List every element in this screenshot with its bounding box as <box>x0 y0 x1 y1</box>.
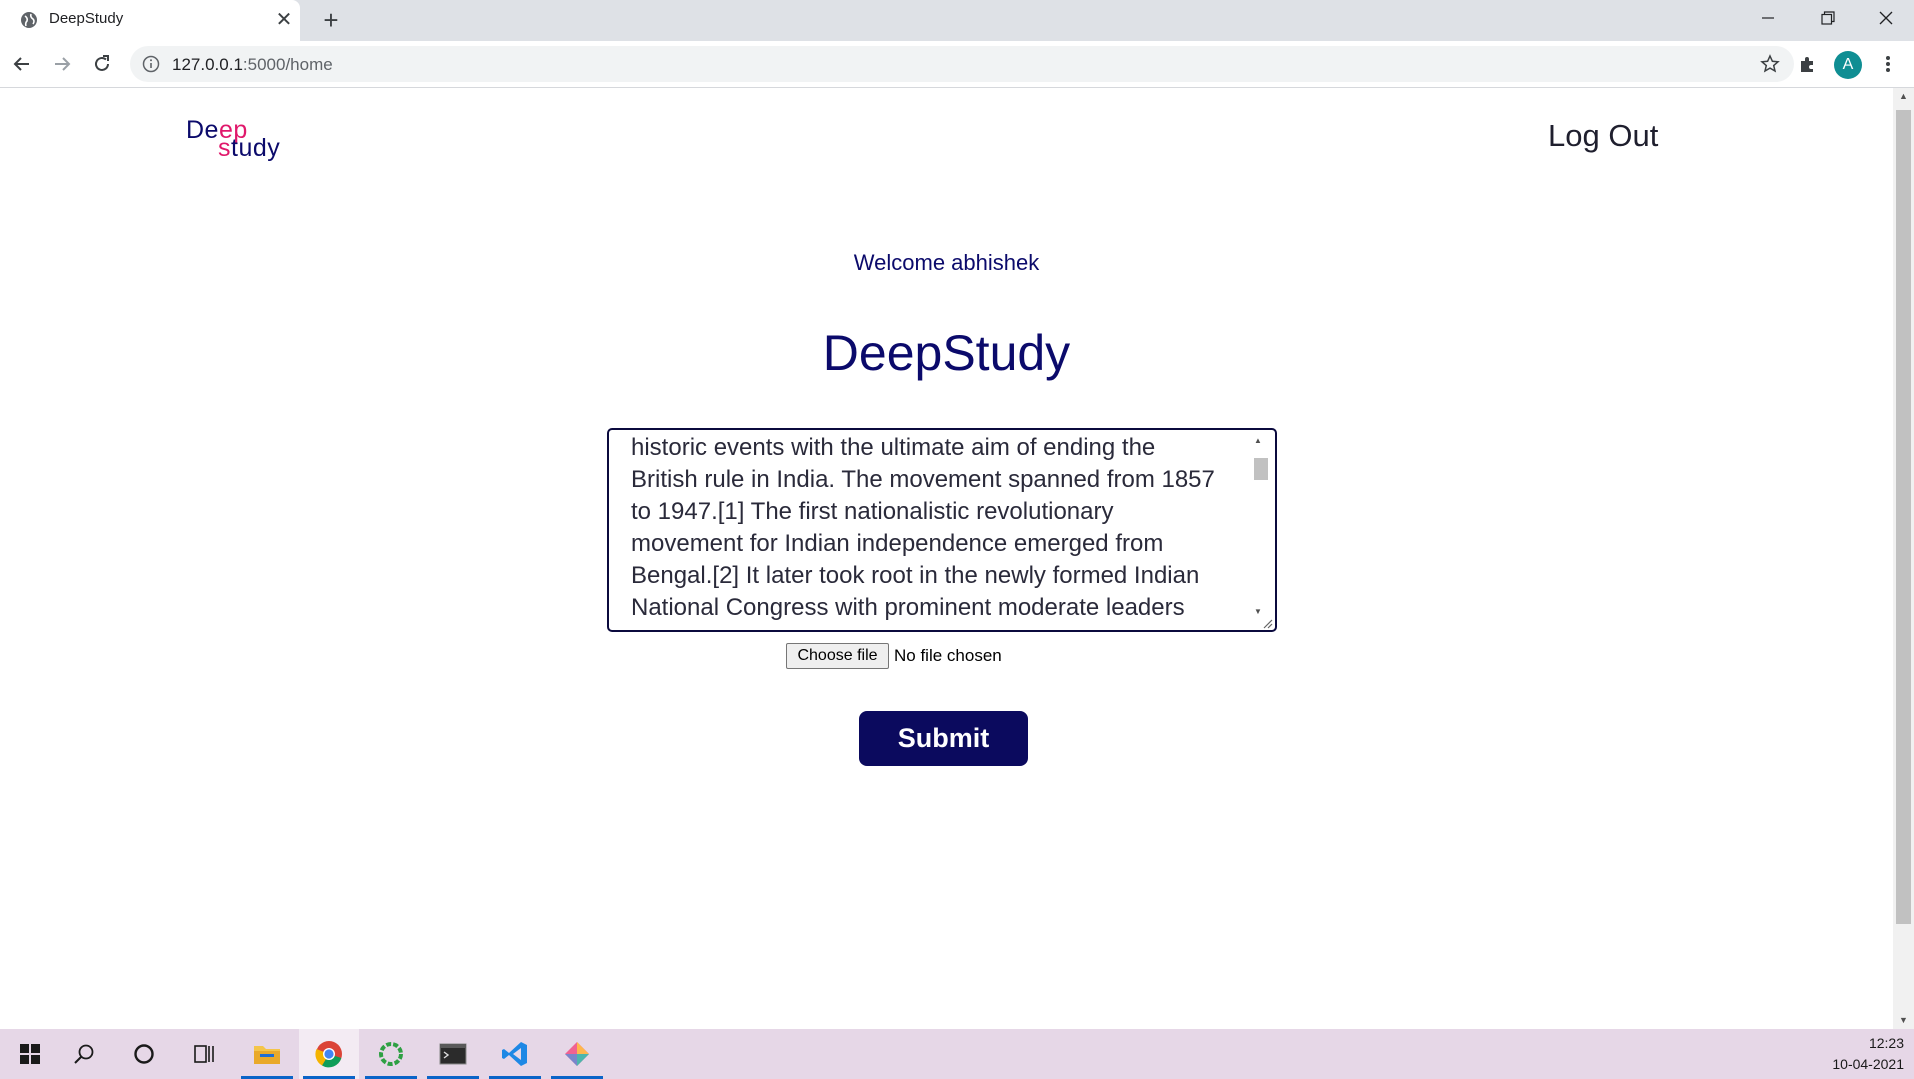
cortana-circle-icon <box>134 1044 154 1064</box>
file-explorer-taskbar-button[interactable] <box>237 1029 297 1079</box>
windows-taskbar: 12:23 10-04-2021 <box>0 1029 1914 1079</box>
logo-text-tudy: tudy <box>231 134 281 162</box>
terminal-icon <box>439 1043 467 1065</box>
logout-link[interactable]: Log Out <box>1548 118 1658 154</box>
textarea-content: historic events with the ultimate aim of… <box>631 434 1215 621</box>
url-text: 127.0.0.1:5000/home <box>172 55 333 74</box>
choose-file-button[interactable]: Choose file <box>786 643 889 669</box>
page-scrollbar[interactable]: ▲ ▼ <box>1893 88 1914 1029</box>
file-status-text: No file chosen <box>894 646 1002 665</box>
logo-text-de: De <box>186 116 219 144</box>
address-bar[interactable]: 127.0.0.1:5000/home <box>130 46 1794 82</box>
minimize-window-button[interactable] <box>1740 0 1796 36</box>
submit-button[interactable]: Submit <box>859 711 1028 766</box>
puzzle-icon <box>1801 57 1813 72</box>
page-viewport: Deep study Log Out Welcome abhishek Deep… <box>0 88 1893 1029</box>
back-button[interactable] <box>8 50 36 78</box>
profile-avatar[interactable]: A <box>1834 51 1862 79</box>
new-tab-button[interactable]: + <box>317 6 345 34</box>
tab-title: DeepStudy <box>49 10 124 27</box>
colorful-app-taskbar-button[interactable] <box>547 1029 607 1079</box>
scroll-up-arrow-icon[interactable]: ▲ <box>1254 436 1262 445</box>
browser-toolbar: 127.0.0.1:5000/home A <box>0 41 1914 88</box>
taskbar-search-button[interactable] <box>54 1029 114 1079</box>
scroll-down-arrow-icon[interactable]: ▼ <box>1254 607 1262 616</box>
page-scroll-down-icon[interactable]: ▼ <box>1893 1012 1914 1029</box>
globe-icon <box>20 11 38 29</box>
page-title: DeepStudy <box>822 325 1071 381</box>
textarea-scrollbar[interactable]: ▲ ▼ <box>1252 434 1269 626</box>
close-tab-icon[interactable]: ✕ <box>272 8 296 32</box>
windows-start-button[interactable] <box>0 1029 60 1079</box>
taskbar-clock[interactable]: 12:23 10-04-2021 <box>1814 1033 1904 1075</box>
folder-icon <box>254 1046 280 1064</box>
chrome-icon <box>315 1041 342 1068</box>
vscode-icon <box>502 1042 527 1066</box>
browser-tab[interactable]: DeepStudy ✕ <box>0 0 300 41</box>
cortana-button[interactable] <box>114 1029 174 1079</box>
forward-arrow-icon <box>55 57 71 71</box>
restore-window-button[interactable] <box>1800 0 1856 36</box>
green-app-taskbar-button[interactable] <box>361 1029 421 1079</box>
close-window-button[interactable] <box>1858 0 1914 36</box>
spinner-ring-icon <box>379 1042 403 1066</box>
browser-tab-strip: DeepStudy ✕ + <box>0 0 1914 41</box>
terminal-taskbar-button[interactable] <box>423 1029 483 1079</box>
chrome-taskbar-button[interactable] <box>299 1029 359 1079</box>
textarea-scroll-thumb[interactable] <box>1254 458 1268 480</box>
back-arrow-icon <box>13 57 29 71</box>
welcome-message: Welcome abhishek <box>853 250 1040 275</box>
bookmark-star-icon[interactable] <box>1760 54 1780 74</box>
resize-grip-icon[interactable] <box>1261 616 1273 629</box>
clock-date: 10-04-2021 <box>1832 1056 1904 1072</box>
browser-menu-icon[interactable] <box>1876 50 1900 78</box>
reload-button[interactable] <box>88 50 116 78</box>
diamond-app-icon <box>565 1042 589 1066</box>
windows-logo-icon <box>20 1044 40 1064</box>
forward-button[interactable] <box>48 50 76 78</box>
page-scroll-thumb[interactable] <box>1896 110 1911 924</box>
reload-icon <box>95 55 109 71</box>
site-info-icon[interactable] <box>142 55 160 73</box>
vscode-taskbar-button[interactable] <box>485 1029 545 1079</box>
deepstudy-logo[interactable]: Deep study <box>186 116 296 162</box>
extensions-button[interactable] <box>1794 50 1822 78</box>
task-view-button[interactable] <box>174 1029 234 1079</box>
logo-text-s: s <box>218 134 231 162</box>
clock-time: 12:23 <box>1868 1035 1904 1051</box>
task-view-icon <box>194 1045 214 1063</box>
text-input-area[interactable]: historic events with the ultimate aim of… <box>607 428 1277 632</box>
page-scroll-up-icon[interactable]: ▲ <box>1893 88 1914 105</box>
search-icon <box>74 1044 94 1064</box>
